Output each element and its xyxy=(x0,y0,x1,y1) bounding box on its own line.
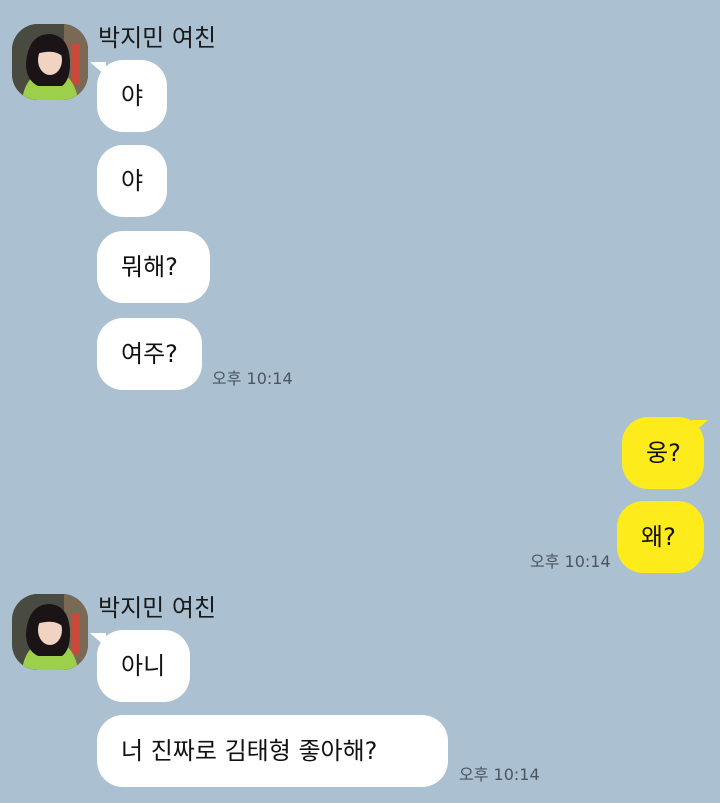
profile-photo-icon xyxy=(12,594,88,670)
message-bubble[interactable]: 야 xyxy=(97,60,167,132)
chat-room[interactable]: 박지민 여친 야 야 뭐해? 여주? 오후 10:14 웅? 왜? 오후 10:… xyxy=(0,0,720,803)
message-bubble[interactable]: 왜? xyxy=(617,501,704,573)
profile-avatar[interactable] xyxy=(12,594,88,670)
message-bubble[interactable]: 너 진짜로 김태형 좋아해? xyxy=(97,715,448,787)
sender-name: 박지민 여친 xyxy=(98,594,217,622)
message-bubble[interactable]: 여주? xyxy=(97,318,202,390)
sender-name: 박지민 여친 xyxy=(98,24,217,52)
message-bubble[interactable]: 아니 xyxy=(97,630,190,702)
message-bubble[interactable]: 뭐해? xyxy=(97,231,210,303)
message-timestamp: 오후 10:14 xyxy=(212,369,293,388)
message-timestamp: 오후 10:14 xyxy=(530,552,611,571)
message-timestamp: 오후 10:14 xyxy=(459,765,540,784)
profile-photo-icon xyxy=(12,24,88,100)
message-bubble[interactable]: 웅? xyxy=(622,417,704,489)
profile-avatar[interactable] xyxy=(12,24,88,100)
message-bubble[interactable]: 야 xyxy=(97,145,167,217)
